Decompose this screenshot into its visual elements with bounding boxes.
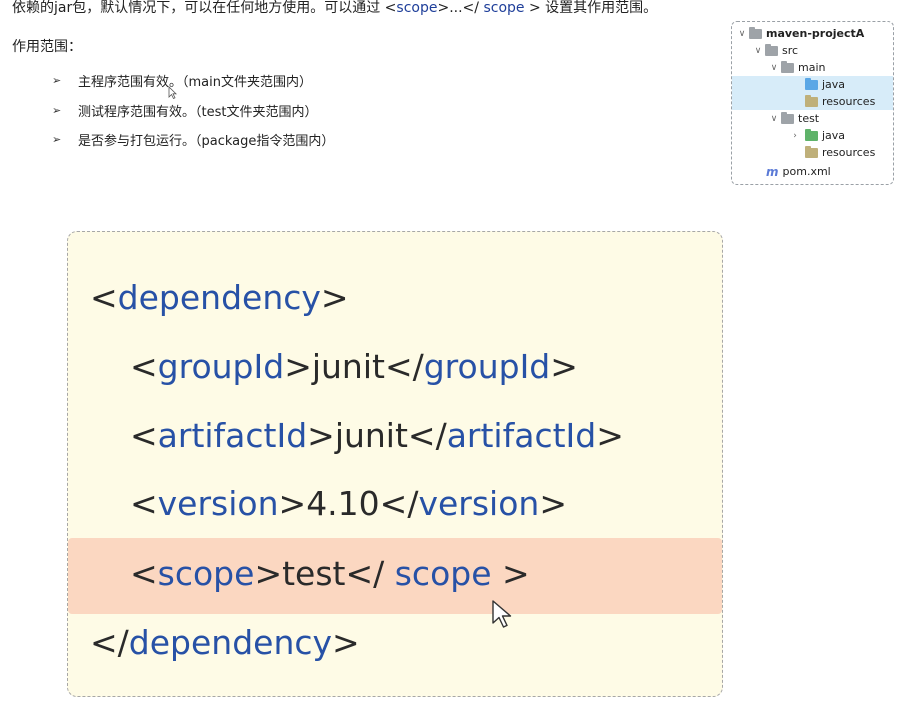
list-item-text: 测试程序范围有效。（test文件夹范围内） — [78, 104, 318, 120]
tree-node-label: src — [782, 44, 799, 57]
tree-node-label: main — [798, 61, 826, 74]
list-item: ➢ 测试程序范围有效。（test文件夹范围内） — [52, 96, 334, 126]
resources-folder-icon — [805, 94, 818, 107]
project-tree-panel: ∨ maven-projectA ∨ src ∨ main java resou… — [731, 21, 894, 185]
tree-node-label: java — [822, 78, 846, 91]
tree-node-main-resources[interactable]: resources — [732, 93, 893, 110]
folder-icon — [781, 111, 794, 124]
tree-node-src[interactable]: ∨ src — [732, 42, 893, 59]
xml-tag: scope — [157, 554, 255, 593]
test-folder-icon — [805, 128, 818, 141]
code-line: <artifactId>junit</artifactId> — [130, 416, 624, 455]
chevron-down-icon[interactable]: ∨ — [735, 29, 749, 39]
code-line: </dependency> — [90, 623, 360, 662]
intro-text: 依赖的jar包，默认情况下，可以在任何地方使用。可以通过 <scope>...<… — [12, 0, 657, 17]
list-item: ➢ 主程序范围有效。（main文件夹范围内） — [52, 66, 334, 96]
xml-tag: groupId — [157, 347, 285, 386]
xml-tag: dependency — [117, 278, 321, 317]
chevron-down-icon[interactable]: ∨ — [767, 63, 781, 73]
tree-node-test-java[interactable]: › java — [732, 127, 893, 144]
maven-icon: m — [766, 164, 779, 179]
list-item-text: 主程序范围有效。（main文件夹范围内） — [78, 75, 312, 91]
tree-node-test[interactable]: ∨ test — [732, 110, 893, 127]
mouse-cursor-icon — [492, 600, 512, 628]
xml-tag: groupId — [423, 347, 551, 386]
scope-keyword: scope — [479, 0, 525, 16]
resources-folder-icon — [805, 145, 818, 158]
arrow-bullet-icon: ➢ — [52, 74, 62, 88]
tree-node-project[interactable]: ∨ maven-projectA — [732, 25, 893, 42]
chevron-down-icon[interactable]: ∨ — [767, 114, 781, 124]
tree-node-label: test — [798, 112, 820, 125]
xml-tag: version — [157, 484, 279, 523]
mouse-cursor-icon — [168, 86, 177, 99]
intro-text-c: > 设置其作用范围。 — [524, 0, 658, 16]
list-item-text: 是否参与打包运行。（package指令范围内） — [78, 134, 335, 150]
tree-node-main[interactable]: ∨ main — [732, 59, 893, 76]
tree-node-label: resources — [822, 95, 876, 108]
scope-keyword: scope — [396, 0, 438, 16]
intro-text-b: >...</ — [437, 0, 479, 16]
code-line: <groupId>junit</groupId> — [130, 347, 578, 386]
xml-value: 4.10 — [306, 484, 380, 523]
tree-node-test-resources[interactable]: resources — [732, 144, 893, 161]
folder-icon — [765, 43, 778, 56]
xml-value: test — [282, 554, 346, 593]
code-line: <dependency> — [90, 278, 349, 317]
scope-list: ➢ 主程序范围有效。（main文件夹范围内） ➢ 测试程序范围有效。（test文件夹… — [52, 66, 334, 155]
tree-node-pom[interactable]: m pom.xml — [732, 163, 893, 180]
xml-tag: artifactId — [157, 416, 308, 455]
xml-tag: scope — [384, 554, 503, 593]
scope-heading: 作用范围： — [12, 39, 82, 55]
intro-text-a: 依赖的jar包，默认情况下，可以在任何地方使用。可以通过 < — [12, 0, 397, 16]
xml-tag: artifactId — [446, 416, 597, 455]
code-line-scope: <scope>test</ scope > — [130, 554, 530, 593]
tree-node-label: maven-projectA — [766, 27, 865, 40]
xml-tag: version — [418, 484, 540, 523]
chevron-down-icon[interactable]: ∨ — [751, 46, 765, 56]
arrow-bullet-icon: ➢ — [52, 133, 62, 147]
list-item: ➢ 是否参与打包运行。（package指令范围内） — [52, 125, 334, 155]
xml-tag: dependency — [128, 623, 333, 662]
folder-icon — [781, 60, 794, 73]
code-card: <dependency> <groupId>junit</groupId> <a… — [67, 231, 723, 697]
tree-node-label: resources — [822, 146, 876, 159]
xml-value: junit — [334, 416, 408, 455]
arrow-bullet-icon: ➢ — [52, 103, 62, 117]
code-line: <version>4.10</version> — [130, 484, 567, 523]
folder-icon — [749, 26, 762, 39]
xml-value: junit — [311, 347, 385, 386]
source-folder-icon — [805, 77, 818, 90]
tree-node-label: java — [822, 129, 846, 142]
tree-node-label: pom.xml — [782, 165, 831, 178]
chevron-right-icon[interactable]: › — [785, 131, 805, 141]
tree-node-main-java[interactable]: java — [732, 76, 893, 93]
